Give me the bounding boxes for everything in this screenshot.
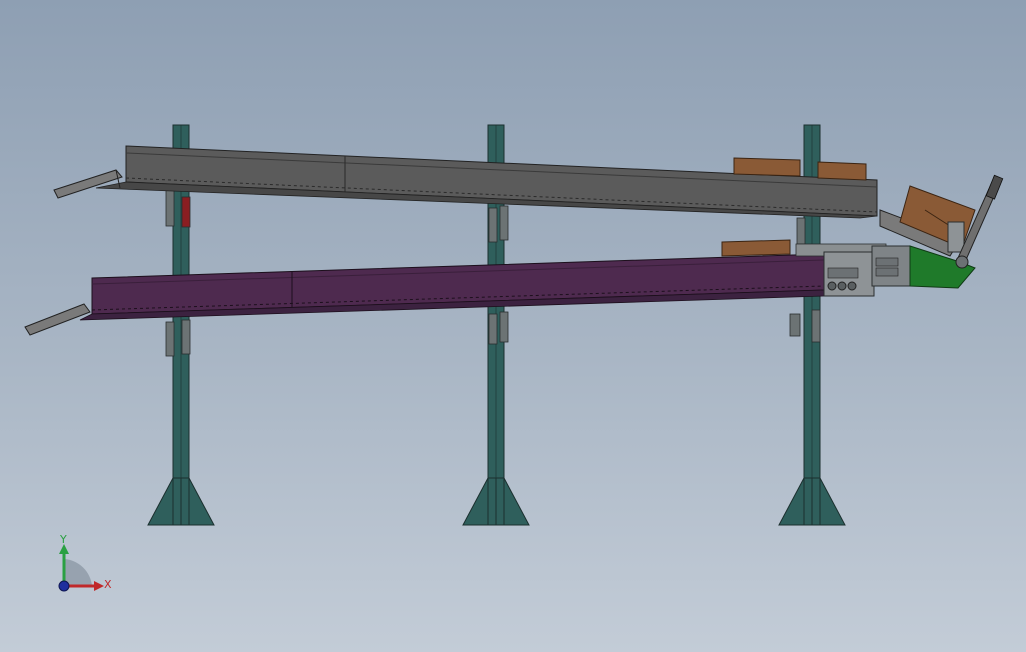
box-upper-2	[817, 161, 867, 181]
y-axis-label: Y	[59, 533, 67, 546]
lower-conveyor[interactable]	[24, 253, 825, 336]
x-axis-label: X	[104, 578, 112, 591]
coordinate-triad: Y X	[58, 533, 112, 592]
cad-viewport[interactable]: Y X	[0, 0, 1026, 652]
box-upper-1	[733, 157, 801, 177]
conveyor-assembly-drawing: Y X	[24, 124, 1004, 592]
box-lower-1	[721, 239, 791, 257]
